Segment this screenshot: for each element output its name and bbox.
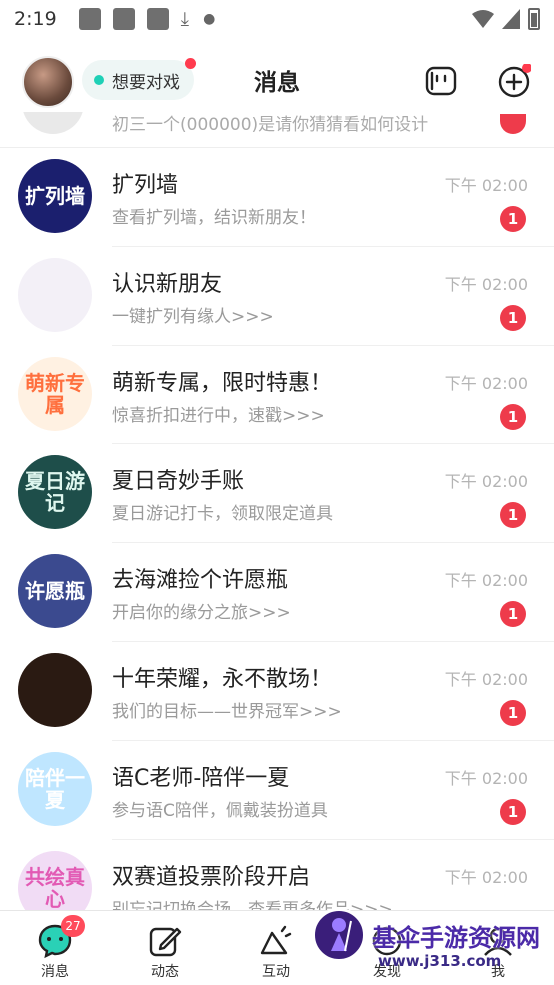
chat-icon: 27	[37, 915, 85, 959]
interact-icon	[258, 923, 294, 959]
notification-dot	[185, 58, 196, 69]
list-item[interactable]: 陪伴一夏 语C老师-陪伴一夏参与语C陪伴，佩戴装扮道具 下午 02:00 1	[0, 741, 554, 840]
conversation-avatar: 许愿瓶	[18, 554, 92, 629]
mode-label: 想要对戏	[112, 72, 180, 93]
conversation-name: 萌新专属，限时特惠！	[112, 370, 333, 396]
unread-badge: 1	[500, 206, 526, 232]
conversation-preview: 查看扩列墙，结识新朋友！	[112, 208, 316, 228]
conversation-list[interactable]: 初三一个(000000)是请你猜猜看如何设计 扩列墙 扩列墙 查看扩列墙，结识新朋友…	[0, 112, 554, 910]
conversation-time: 下午 02:00	[444, 274, 528, 294]
unread-badge: 1	[500, 601, 526, 628]
list-item[interactable]: 夏日游记 夏日奇妙手账夏日游记打卡，领取限定道具 下午 02:00 1	[0, 444, 554, 544]
notification-icon	[146, 8, 169, 30]
conversation-time: 下午 02:00	[444, 669, 528, 689]
top-bar: 想要对戏 消息	[0, 48, 554, 112]
unread-badge: 1	[500, 502, 526, 529]
conversation-avatar	[18, 652, 92, 727]
list-item[interactable]: 十年荣耀，永不散场！ 我们的目标——世界冠军>>> 下午 02:00 1	[0, 642, 554, 741]
unread-badge: 1	[500, 699, 526, 726]
tab-label: 动态	[151, 964, 179, 980]
conversation-preview: 惊喜折扣进行中，速戳>>>	[112, 405, 325, 426]
add-icon[interactable]	[497, 64, 531, 98]
list-item[interactable]: 萌新专属 萌新专属，限时特惠！ 惊喜折扣进行中，速戳>>> 下午 02:00 1	[0, 346, 554, 445]
more-notifications-icon: ●	[203, 11, 216, 27]
conversation-avatar	[18, 257, 92, 332]
conversation-preview: 参与语C陪伴，佩戴装扮道具	[112, 800, 328, 821]
tab-feed[interactable]: 动态	[110, 911, 220, 985]
status-time: 2:19	[14, 8, 57, 30]
conversation-avatar: 扩列墙	[18, 159, 92, 233]
tab-label: 消息	[41, 964, 69, 980]
conversation-name: 十年荣耀，永不散场！	[112, 666, 333, 692]
notification-icon	[78, 8, 101, 30]
conversation-avatar: 陪伴一夏	[18, 751, 92, 826]
edit-icon	[147, 923, 183, 959]
tab-label: 互动	[262, 964, 290, 980]
conversation-preview: 开启你的缘分之旅>>>	[112, 603, 291, 624]
conversation-avatar: 共绘真心	[18, 850, 92, 910]
conversation-preview: 别忘记切换会场，查看更多作品>>>	[112, 899, 393, 910]
watermark: 基伞手游资源网 www.j313.com	[308, 908, 554, 984]
online-status-icon	[94, 75, 104, 85]
tab-badge: 27	[61, 915, 85, 937]
conversation-time: 下午 02:00	[444, 768, 528, 788]
conversation-avatar: 萌新专属	[18, 356, 92, 431]
conversation-avatar: 夏日游记	[18, 455, 92, 530]
list-item[interactable]: 共绘真心 双赛道投票阶段开启别忘记切换会场，查看更多作品>>> 下午 02:00	[0, 840, 554, 910]
conversation-preview: 一键扩列有缘人>>>	[112, 306, 274, 327]
robot-icon[interactable]	[424, 64, 458, 98]
conversation-name: 夏日奇妙手账	[112, 469, 245, 495]
conversation-preview: 初三一个(000000)是请你猜猜看如何设计	[112, 115, 429, 135]
unread-badge	[500, 114, 526, 134]
unread-badge: 1	[500, 798, 526, 825]
download-icon: ⤓	[180, 8, 190, 30]
conversation-time: 下午 02:00	[444, 472, 528, 492]
conversation-preview: 我们的目标——世界冠军>>>	[112, 701, 342, 722]
avatar[interactable]	[22, 56, 74, 108]
signal-icon	[502, 9, 520, 29]
mode-pill[interactable]: 想要对戏	[82, 58, 196, 100]
tab-messages[interactable]: 27 消息	[0, 911, 110, 985]
wifi-icon	[472, 10, 494, 28]
conversation-time: 下午 02:00	[444, 176, 528, 195]
list-item[interactable]: 初三一个(000000)是请你猜猜看如何设计	[0, 112, 554, 148]
conversation-name: 双赛道投票阶段开启	[112, 864, 311, 890]
watermark-url: www.j313.com	[378, 952, 502, 970]
conversation-name: 认识新朋友	[112, 271, 223, 297]
unread-badge: 1	[500, 403, 526, 430]
conversation-time: 下午 02:00	[444, 373, 528, 393]
conversation-avatar	[22, 112, 84, 134]
list-item[interactable]: 扩列墙 扩列墙 查看扩列墙，结识新朋友！ 下午 02:00 1	[0, 148, 554, 247]
list-item[interactable]: 许愿瓶 去海滩捡个许愿瓶开启你的缘分之旅>>> 下午 02:00 1	[0, 543, 554, 642]
watermark-title: 基伞手游资源网	[372, 924, 540, 952]
list-item[interactable]: 认识新朋友一键扩列有缘人>>> 下午 02:00 1	[0, 247, 554, 346]
unread-badge: 1	[500, 304, 526, 331]
conversation-time: 下午 02:00	[444, 867, 528, 887]
battery-icon	[528, 8, 540, 30]
watermark-logo-icon	[312, 908, 366, 962]
status-bar: 2:19 ⤓ ●	[0, 0, 554, 38]
conversation-time: 下午 02:00	[444, 571, 528, 591]
conversation-name: 语C老师-陪伴一夏	[112, 765, 290, 791]
conversation-name: 扩列墙	[112, 173, 179, 198]
conversation-name: 去海滩捡个许愿瓶	[112, 568, 289, 594]
conversation-preview: 夏日游记打卡，领取限定道具	[112, 504, 333, 525]
notification-icon	[112, 8, 135, 30]
